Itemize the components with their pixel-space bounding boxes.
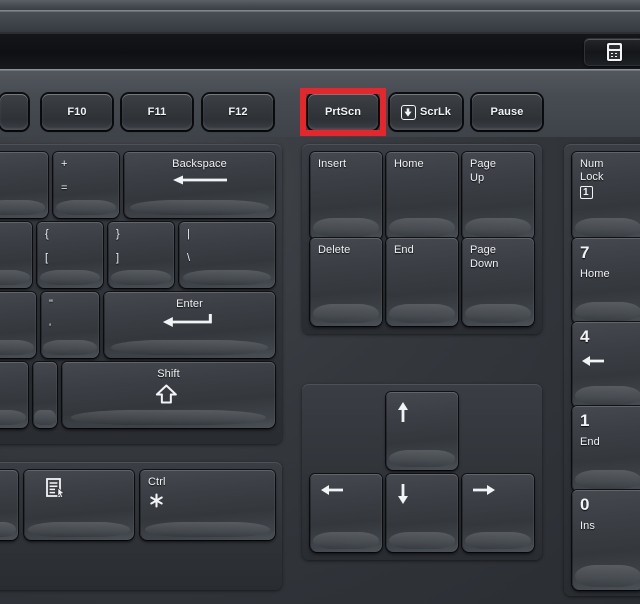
key-num-1[interactable]: 1 End <box>572 406 640 492</box>
key-label-secondary: Lock <box>580 171 604 183</box>
key-insert[interactable]: Insert <box>310 152 382 240</box>
key-label-primary: Insert <box>318 158 347 170</box>
key-enter[interactable]: Enter <box>104 292 275 358</box>
arrow-right-icon <box>473 485 495 495</box>
key-label-primary: 1 <box>580 411 590 430</box>
key-arrow-down[interactable] <box>386 474 458 552</box>
key-bracket-left[interactable]: {[ <box>37 222 103 288</box>
key-backslash[interactable]: | \ <box>179 222 275 288</box>
key-label-secondary: ' <box>49 322 52 334</box>
bezel-top-strip <box>0 0 640 10</box>
key-label-primary: + <box>61 158 68 170</box>
key-ctrl-right[interactable]: Ctrl <box>140 470 275 540</box>
key-page-down[interactable]: Page Down <box>462 238 534 326</box>
star-icon <box>150 493 163 508</box>
key-label-primary: Page <box>470 244 497 256</box>
key-f10[interactable]: F10 <box>42 94 112 130</box>
key-backspace[interactable]: Backspace <box>124 152 275 218</box>
key-label-primary: Home <box>394 158 424 170</box>
key-label-secondary: ] <box>116 252 120 264</box>
key-label-secondary: [ <box>45 252 49 264</box>
key-label-primary: 0 <box>580 495 590 514</box>
key-label-primary: } <box>116 228 120 240</box>
key-label: Pause <box>490 105 524 118</box>
key-scrlk[interactable]: ScrLk <box>390 94 462 130</box>
key-label-primary: | <box>187 228 190 240</box>
context-menu-icon <box>46 478 65 498</box>
key-label-primary: Num <box>580 158 604 170</box>
key-label-primary: Ctrl <box>148 476 166 488</box>
key-label-secondary: = <box>61 182 68 194</box>
key-label: ScrLk <box>419 105 452 118</box>
key-slash-partial[interactable] <box>33 362 57 428</box>
key-minus-partial[interactable] <box>0 152 48 218</box>
arrow-left-icon <box>321 485 343 495</box>
key-semicolon-part[interactable] <box>0 292 36 358</box>
key-label-primary: Page <box>470 158 497 170</box>
key-label-secondary: Ins <box>580 520 595 532</box>
key-arrow-up[interactable] <box>386 392 458 470</box>
key-label-primary: End <box>394 244 414 256</box>
key-num-4[interactable]: 4 <box>572 322 640 408</box>
key-label-primary: { <box>45 228 49 240</box>
keyboard-photo: F10 F11 F12 PrtScn ScrLk Pause + = Backspace {… <box>0 0 640 604</box>
key-label: F11 <box>147 105 167 118</box>
key-p-partial[interactable] <box>0 222 32 288</box>
key-equals-plus[interactable]: + = <box>53 152 119 218</box>
bezel-gloss-band <box>0 12 640 32</box>
key-home[interactable]: Home <box>386 152 458 240</box>
enter-arrow-icon <box>162 314 212 327</box>
key-label: F12 <box>228 105 248 118</box>
arrow-up-icon <box>398 402 408 422</box>
key-label: F10 <box>67 105 87 118</box>
arrow-down-icon <box>398 484 408 504</box>
key-label-primary: 7 <box>580 243 590 262</box>
key-label-secondary: End <box>580 436 600 448</box>
numlock-indicator-icon: 1 <box>580 186 593 199</box>
key-pause[interactable]: Pause <box>472 94 542 130</box>
key-label-primary: 4 <box>580 327 590 346</box>
key-shift-right[interactable]: Shift <box>62 362 275 428</box>
key-label-primary: Backspace <box>172 158 227 170</box>
key-label-primary: " <box>49 298 54 310</box>
key-page-up[interactable]: Page Up <box>462 152 534 240</box>
key-f12[interactable]: F12 <box>203 94 273 130</box>
key-arrow-left[interactable] <box>310 474 382 552</box>
key-f9-partial[interactable] <box>0 94 28 130</box>
key-label-primary: Shift <box>157 368 180 380</box>
key-label-primary: Delete <box>318 244 351 256</box>
arrow-left-icon <box>582 356 604 366</box>
bezel-black-band <box>0 34 640 69</box>
key-label-secondary: \ <box>187 252 191 264</box>
key-num-0[interactable]: 0 Ins <box>572 490 640 590</box>
backspace-arrow-icon <box>172 175 227 185</box>
key-prtscn[interactable]: PrtScn <box>308 94 378 130</box>
key-label-primary: Enter <box>176 298 203 310</box>
calculator-icon <box>606 43 622 61</box>
key-menu-key[interactable] <box>24 470 134 540</box>
key-num-lock[interactable]: Num Lock 1 <box>572 152 640 240</box>
key-label-secondary: Up <box>470 172 485 184</box>
key-label-secondary: Down <box>470 258 499 270</box>
key-f11[interactable]: F11 <box>122 94 192 130</box>
key-label-secondary: Home <box>580 268 610 280</box>
shift-up-arrow-icon <box>155 384 177 404</box>
key-quote[interactable]: " ' <box>41 292 99 358</box>
calculator-hotkey[interactable] <box>584 38 640 66</box>
key-alt-partial[interactable] <box>0 470 18 540</box>
key-bracket-right[interactable]: }] <box>108 222 174 288</box>
key-period-partial[interactable] <box>0 362 28 428</box>
key-arrow-right[interactable] <box>462 474 534 552</box>
key-delete[interactable]: Delete <box>310 238 382 326</box>
key-num-7[interactable]: 7 Home <box>572 238 640 324</box>
key-end[interactable]: End <box>386 238 458 326</box>
key-label: PrtScn <box>324 105 362 118</box>
scroll-lock-icon <box>400 104 416 120</box>
